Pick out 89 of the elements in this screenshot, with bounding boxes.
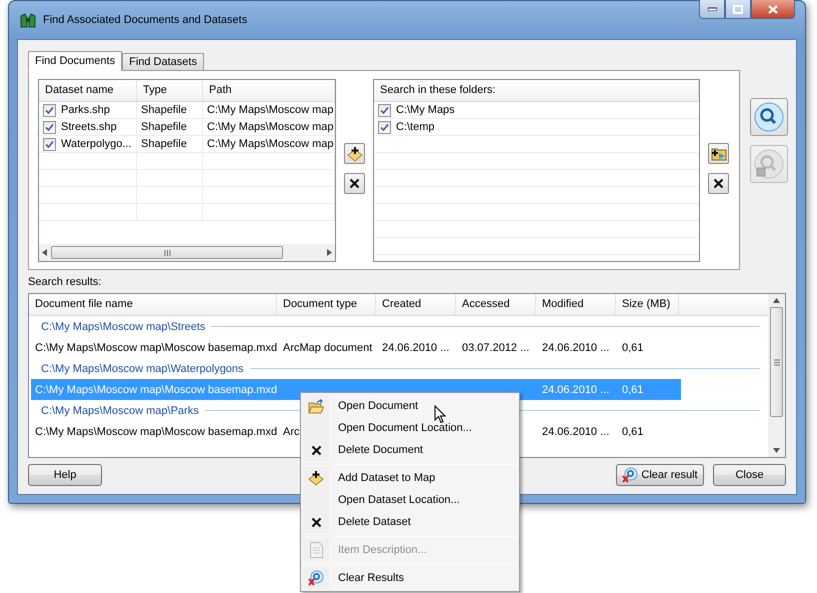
search-icon bbox=[754, 102, 784, 132]
document-icon bbox=[310, 542, 322, 558]
group-header[interactable]: C:\My Maps\Moscow map\Streets bbox=[41, 320, 206, 332]
column-header[interactable]: Document file name bbox=[29, 294, 277, 315]
table-cell-text: C:\My Maps\Moscow map\Moscow basemap.mxd bbox=[34, 342, 278, 354]
clear-result-button[interactable]: Clear result bbox=[616, 464, 704, 486]
tab[interactable]: Find Documents bbox=[28, 51, 122, 71]
column-header[interactable]: Dataset name bbox=[39, 80, 137, 101]
table-cell: Waterpolygo... bbox=[39, 136, 137, 152]
table-cell-text: ArcMap document bbox=[282, 342, 374, 354]
delete-icon bbox=[349, 178, 360, 189]
column-header[interactable]: Type bbox=[137, 80, 203, 101]
section-label: Search results: bbox=[28, 276, 102, 288]
table-cell: C:\temp bbox=[374, 119, 699, 135]
checkbox[interactable] bbox=[43, 138, 56, 150]
minimize-icon bbox=[708, 7, 716, 11]
menu-item[interactable]: Delete Document bbox=[303, 439, 517, 461]
column-header[interactable]: Search in these folders: bbox=[374, 80, 699, 101]
close-dialog-button[interactable]: Close bbox=[713, 464, 786, 486]
binoculars-icon bbox=[19, 12, 37, 28]
column-header[interactable]: Path bbox=[203, 80, 335, 101]
table-cell: Streets.shp bbox=[39, 119, 137, 135]
folder-icon bbox=[308, 398, 324, 414]
table-cell: C:\My Maps bbox=[374, 102, 699, 118]
clear-results-icon bbox=[622, 467, 638, 483]
scroll-right-icon[interactable] bbox=[327, 249, 332, 256]
tab[interactable]: Find Datasets bbox=[122, 53, 204, 70]
menu-item[interactable]: Delete Dataset bbox=[303, 511, 517, 533]
table-cell-text: 03.07.2012 ... bbox=[461, 342, 530, 354]
column-header[interactable]: Modified bbox=[536, 294, 616, 315]
menu-item[interactable]: Open Document Location... bbox=[303, 417, 517, 439]
remove-dataset-button[interactable] bbox=[344, 173, 365, 194]
table-cell: Shapefile bbox=[137, 102, 203, 118]
scroll-left-icon[interactable] bbox=[42, 249, 47, 256]
help-button[interactable]: Help bbox=[28, 464, 102, 486]
table-cell-text: Arc bbox=[282, 426, 300, 438]
checkbox[interactable] bbox=[378, 120, 391, 134]
table-cell: Shapefile bbox=[137, 119, 203, 135]
maximize-button[interactable] bbox=[725, 0, 751, 19]
delete-icon bbox=[310, 516, 322, 528]
window-title: Find Associated Documents and Datasets bbox=[43, 14, 248, 26]
table-cell-text: 24.06.2010 ... bbox=[541, 342, 610, 354]
minimize-button[interactable] bbox=[699, 0, 725, 19]
add-dataset-button[interactable] bbox=[344, 143, 365, 164]
grip-icon bbox=[164, 250, 170, 256]
table-cell-text: 24.06.2010 ... bbox=[541, 384, 610, 396]
add-dataset-icon bbox=[308, 470, 324, 486]
close-icon bbox=[768, 4, 778, 14]
search-stop-icon bbox=[754, 149, 784, 179]
delete-icon bbox=[713, 178, 724, 189]
checkbox[interactable] bbox=[378, 104, 391, 116]
checkbox[interactable] bbox=[43, 120, 56, 134]
table-cell-text: 0,61 bbox=[621, 384, 644, 396]
table-cell: C:\My Maps\Moscow map bbox=[203, 136, 335, 152]
table-cell-text: 0,61 bbox=[621, 342, 644, 354]
delete-icon bbox=[310, 444, 322, 456]
mouse-pointer-icon bbox=[434, 405, 446, 424]
group-header[interactable]: C:\My Maps\Moscow map\Waterpolygons bbox=[41, 362, 244, 374]
table-cell-text: 0,61 bbox=[621, 426, 644, 438]
table-cell-text: C:\My Maps\Moscow map\Moscow basemap.mxd bbox=[34, 426, 278, 438]
column-header[interactable]: Size (MB) bbox=[616, 294, 679, 315]
group-header[interactable]: C:\My Maps\Moscow map\Parks bbox=[41, 404, 199, 416]
folder-add-icon bbox=[710, 146, 726, 160]
horizontal-scrollbar[interactable] bbox=[39, 244, 335, 261]
column-header[interactable]: Accessed bbox=[456, 294, 536, 315]
maximize-icon bbox=[733, 4, 743, 14]
checkbox[interactable] bbox=[43, 104, 56, 116]
column-header[interactable]: Created bbox=[376, 294, 456, 315]
table-cell: C:\My Maps\Moscow map bbox=[203, 102, 335, 118]
vertical-scrollbar[interactable] bbox=[768, 294, 785, 457]
menu-item[interactable]: Open Dataset Location... bbox=[303, 489, 517, 511]
table-cell: Parks.shp bbox=[39, 102, 137, 118]
table-cell: C:\My Maps\Moscow map bbox=[203, 119, 335, 135]
clear-results-icon bbox=[308, 570, 324, 586]
table-cell-text: C:\My Maps\Moscow map\Moscow basemap.mxd bbox=[34, 384, 278, 396]
menu-item[interactable]: Add Dataset to Map bbox=[303, 467, 517, 489]
scroll-down-icon[interactable] bbox=[773, 448, 780, 453]
table-cell-text: 24.06.2010 ... bbox=[541, 426, 610, 438]
remove-folder-button[interactable] bbox=[708, 173, 729, 194]
scroll-up-icon[interactable] bbox=[773, 298, 780, 303]
grip-icon bbox=[774, 358, 780, 366]
add-dataset-icon bbox=[346, 146, 362, 162]
add-folder-button[interactable] bbox=[708, 143, 729, 164]
table-cell: Shapefile bbox=[137, 136, 203, 152]
table-cell-text: 24.06.2010 ... bbox=[381, 342, 450, 354]
column-header[interactable]: Document type bbox=[277, 294, 376, 315]
close-button[interactable] bbox=[751, 0, 795, 19]
search-button[interactable] bbox=[750, 98, 788, 136]
menu-item[interactable]: Clear Results bbox=[303, 567, 517, 589]
